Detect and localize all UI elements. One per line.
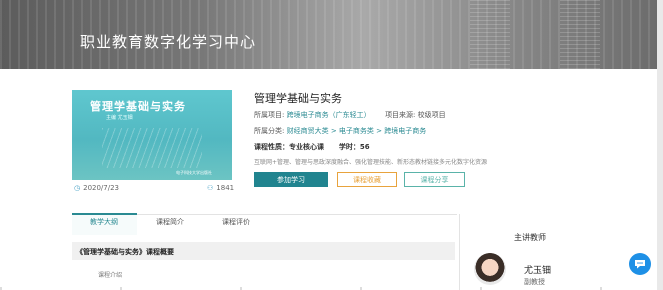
chat-button[interactable] bbox=[629, 253, 651, 275]
learner-count-value: 1841 bbox=[216, 184, 235, 192]
active-tab-indicator bbox=[72, 213, 137, 215]
cover-title: 管理学基础与实务 bbox=[90, 100, 186, 113]
project-value[interactable]: 跨境电子商务（广东轻工） bbox=[287, 111, 371, 119]
learner-count: ⚇ 1841 bbox=[207, 184, 234, 192]
teacher-title: 副教授 bbox=[524, 278, 545, 286]
course-title: 管理学基础与实务 bbox=[254, 92, 342, 105]
course-date: ◷ 2020/7/23 bbox=[74, 184, 119, 192]
join-course-button[interactable]: 参加学习 bbox=[254, 172, 328, 187]
clock-icon: ◷ bbox=[74, 184, 81, 192]
header-banner: 职业教育数字化学习中心 bbox=[0, 0, 663, 69]
scrollbar[interactable] bbox=[657, 0, 663, 290]
course-hours: 学时：56 bbox=[338, 143, 370, 151]
category-label: 所属分类: bbox=[254, 127, 285, 135]
chat-icon bbox=[635, 260, 645, 269]
cover-graphic bbox=[102, 128, 202, 168]
project-row: 所属项目: 跨境电子商务（广东轻工） 项目来源: 校级项目 bbox=[254, 110, 446, 120]
project-label: 所属项目: bbox=[254, 111, 285, 119]
tab-introduction[interactable]: 课程简介 bbox=[156, 217, 184, 227]
source-value: 校级项目 bbox=[417, 111, 446, 119]
cover-publisher: 电子科技大学出版社 bbox=[176, 170, 212, 175]
share-course-button[interactable]: 课程分享 bbox=[404, 172, 465, 187]
server-rack-decoration bbox=[560, 0, 600, 69]
outline-title: 《管理学基础与实务》课程概要 bbox=[76, 248, 174, 256]
nature-row: 课程性质：专业核心课 学时：56 bbox=[254, 142, 370, 152]
teacher-avatar[interactable] bbox=[474, 253, 506, 285]
site-title[interactable]: 职业教育数字化学习中心 bbox=[80, 31, 256, 52]
source-label: 项目来源: bbox=[385, 111, 416, 119]
tab-syllabus[interactable]: 教学大纲 bbox=[90, 217, 118, 227]
teacher-heading: 主讲教师 bbox=[514, 233, 546, 242]
course-cover-image: 管理学基础与实务 主编 尤玉钿 电子科技大学出版社 bbox=[72, 90, 232, 180]
category-value[interactable]: 财经商贸大类 > 电子商务类 > 跨境电子商务 bbox=[287, 127, 427, 135]
teacher-name[interactable]: 尤玉钿 bbox=[524, 263, 551, 276]
users-icon: ⚇ bbox=[207, 184, 214, 192]
intro-label: 课程介绍 bbox=[98, 272, 123, 279]
tab-reviews[interactable]: 课程评价 bbox=[222, 217, 250, 227]
server-rack-decoration bbox=[470, 0, 510, 69]
course-nature: 课程性质：专业核心课 bbox=[254, 143, 324, 151]
sidebar-divider bbox=[459, 214, 460, 290]
date-value: 2020/7/23 bbox=[83, 184, 120, 192]
course-tags: 互联网+管理、管理与思政深度融合、强化管理技能、新形态教材链接多元化数字化资源 bbox=[254, 159, 488, 166]
cover-subtitle: 主编 尤玉钿 bbox=[106, 115, 133, 121]
favorite-course-button[interactable]: 课程收藏 bbox=[337, 172, 397, 187]
category-row: 所属分类: 财经商贸大类 > 电子商务类 > 跨境电子商务 bbox=[254, 126, 426, 136]
